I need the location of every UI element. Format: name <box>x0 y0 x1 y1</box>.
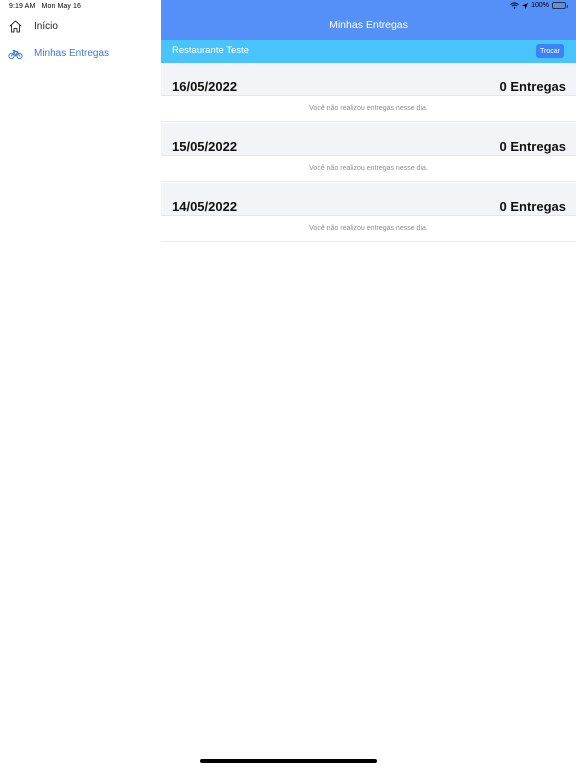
sidebar-item-label: Minhas Entregas <box>34 47 110 59</box>
empty-message: Você não realizou entregas nesse dia. <box>309 165 428 172</box>
day-body: Você não realizou entregas nesse dia. <box>161 216 576 242</box>
empty-message: Você não realizou entregas nesse dia. <box>309 105 428 112</box>
status-time: 9:19 AM Mon May 16 <box>9 3 81 10</box>
restaurant-name: Restaurante Teste <box>172 45 249 56</box>
day-date: 15/05/2022 <box>172 139 238 154</box>
sidebar-item-minhas-entregas[interactable]: Minhas Entregas <box>0 40 161 66</box>
status-indicators: 100% <box>510 2 568 9</box>
status-clock: 9:19 AM <box>9 3 36 10</box>
day-header: 16/05/2022 0 Entregas <box>161 63 576 96</box>
battery-percent: 100% <box>531 2 549 9</box>
battery-icon <box>552 2 568 9</box>
day-delivery-count: 0 Entregas <box>499 79 566 94</box>
location-arrow-icon <box>522 2 529 9</box>
restaurant-bar: Restaurante Teste Trocar <box>161 40 576 63</box>
trocar-button[interactable]: Trocar <box>536 44 564 58</box>
day-delivery-count: 0 Entregas <box>499 139 566 154</box>
empty-message: Você não realizou entregas nesse dia. <box>309 225 428 232</box>
day-date: 16/05/2022 <box>172 79 238 94</box>
main-content: Minhas Entregas Restaurante Teste Trocar… <box>161 0 576 768</box>
day-header: 15/05/2022 0 Entregas <box>161 123 576 156</box>
day-body: Você não realizou entregas nesse dia. <box>161 96 576 122</box>
day-section: 15/05/2022 0 Entregas Você não realizou … <box>161 123 576 182</box>
wifi-icon <box>510 2 519 9</box>
day-section: 14/05/2022 0 Entregas Você não realizou … <box>161 183 576 242</box>
page-title: Minhas Entregas <box>329 19 408 31</box>
day-delivery-count: 0 Entregas <box>499 199 566 214</box>
bicycle-icon <box>8 46 23 61</box>
home-icon <box>8 19 23 34</box>
day-body: Você não realizou entregas nesse dia. <box>161 156 576 182</box>
app-screen: Início Minhas Entregas Minhas Entregas R… <box>0 0 576 768</box>
status-date: Mon May 16 <box>41 3 82 10</box>
sidebar: Início Minhas Entregas <box>0 0 161 768</box>
day-header: 14/05/2022 0 Entregas <box>161 183 576 216</box>
day-date: 14/05/2022 <box>172 199 238 214</box>
sidebar-item-label: Início <box>34 20 58 32</box>
sidebar-item-inicio[interactable]: Início <box>0 13 161 39</box>
day-section: 16/05/2022 0 Entregas Você não realizou … <box>161 63 576 122</box>
home-indicator[interactable] <box>200 759 377 763</box>
